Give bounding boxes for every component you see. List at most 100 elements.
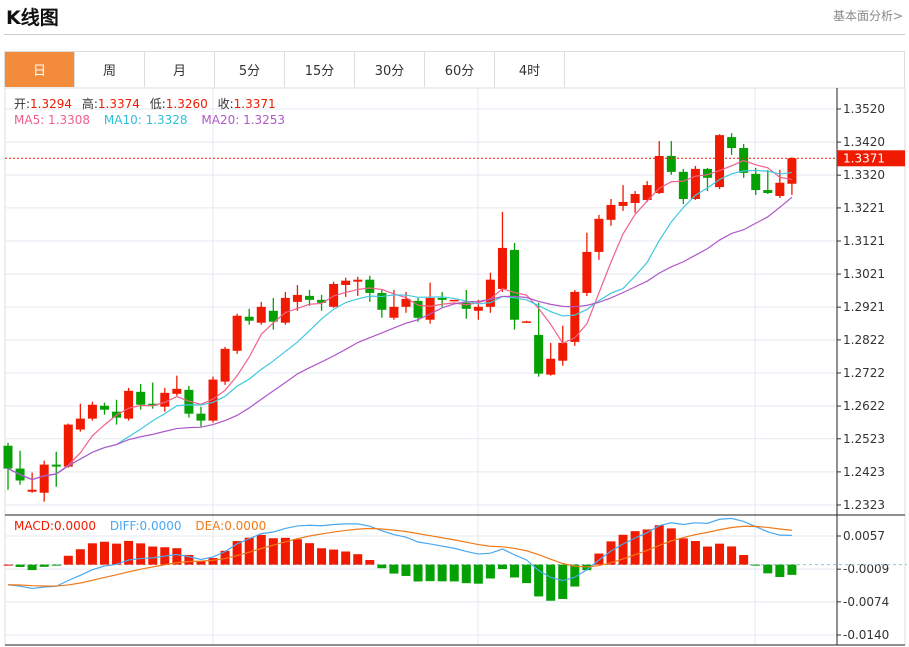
macd-histogram-bar (461, 564, 471, 584)
macd-histogram-bar (558, 564, 568, 599)
candle (787, 157, 797, 196)
candle-body (618, 201, 628, 206)
candle (630, 191, 640, 213)
macd-histogram-bar (763, 564, 773, 574)
candle-body (594, 218, 604, 252)
candle (51, 451, 61, 487)
macd-histogram-bar (148, 546, 158, 565)
candle (220, 346, 230, 385)
candle (124, 387, 134, 421)
price-tick-label: 1.3121 (843, 234, 885, 248)
candle (377, 289, 387, 318)
macd-histogram-bar (136, 543, 146, 565)
macd-histogram-bar (27, 564, 37, 571)
current-price-label: 1.3371 (843, 151, 885, 165)
macd-histogram-bar (678, 538, 688, 565)
candle (485, 272, 495, 313)
candle-body (522, 321, 532, 323)
candle-body (87, 404, 97, 419)
candle-body (437, 297, 447, 300)
macd-histogram-bar (196, 561, 206, 565)
ma10-legend: MA10: 1.3328 (103, 113, 188, 127)
candle (232, 313, 242, 354)
candle-body (136, 391, 146, 405)
candle-body (449, 299, 459, 302)
macd-histogram-bar (51, 564, 61, 566)
candle-body (124, 390, 134, 419)
macd-histogram-bar (702, 546, 712, 565)
candle (727, 133, 737, 155)
candle-body (763, 190, 773, 194)
candle-body (558, 342, 568, 361)
macd-histogram-bar (510, 564, 520, 578)
macd-tick-label: -0.0074 (843, 595, 889, 609)
macd-histogram-bar (389, 564, 399, 574)
macd-histogram-bar (3, 564, 13, 566)
candle-body (27, 489, 37, 492)
macd-histogram-bar (329, 549, 339, 565)
candle-body (99, 405, 109, 410)
price-tick-label: 1.2921 (843, 300, 885, 314)
candle (751, 167, 761, 196)
macd-legend: MACD:0.0000 DIFF:0.0000 DEA:0.0000 (14, 519, 272, 533)
candle-body (582, 251, 592, 293)
candle-body (727, 137, 737, 149)
price-tick-label: 1.3320 (843, 168, 885, 182)
price-tick-label: 1.2523 (843, 432, 885, 446)
macd-tick-label: -0.0140 (843, 628, 889, 642)
macd-histogram-bar (268, 538, 278, 565)
macd-histogram-bar (292, 539, 302, 565)
macd-histogram-bar (666, 528, 676, 565)
macd-histogram-bar (534, 564, 544, 597)
price-tick-label: 1.2323 (843, 498, 885, 512)
candle-body (365, 279, 375, 293)
macd-histogram-bar (787, 564, 797, 575)
candle (99, 402, 109, 415)
macd-histogram-bar (401, 564, 411, 576)
candle (15, 450, 25, 485)
macd-histogram-bar (353, 554, 363, 565)
candle (39, 460, 49, 502)
candle (642, 181, 652, 202)
candle-body (546, 358, 556, 375)
macd-histogram-bar (522, 564, 532, 584)
candle (715, 134, 725, 190)
candle-body (690, 168, 700, 199)
macd-histogram-bar (232, 541, 242, 565)
macd-histogram-bar (449, 564, 459, 582)
candle-body (497, 247, 507, 289)
candle-body (630, 194, 640, 203)
candle-body (172, 388, 182, 394)
macd-histogram-bar (305, 543, 314, 565)
macd-histogram-bar (546, 564, 556, 601)
macd-histogram-bar (425, 564, 435, 582)
candle-body (389, 306, 399, 318)
price-tick-label: 1.3520 (843, 102, 885, 116)
macd-histogram-bar (473, 564, 483, 584)
close-value: 1.3371 (233, 97, 276, 111)
candle-body (232, 315, 242, 351)
candle (606, 198, 616, 226)
candle-body (292, 294, 302, 302)
candle-body (51, 464, 61, 467)
candle-body (3, 445, 13, 469)
candle-body (39, 464, 49, 493)
macd-histogram-bar (775, 564, 785, 577)
price-tick-label: 1.3221 (843, 201, 885, 215)
macd-histogram-bar (208, 558, 218, 565)
macd-histogram-bar (497, 564, 507, 570)
candle (244, 308, 254, 325)
low-value: 1.3260 (165, 97, 208, 111)
candle (618, 185, 628, 211)
candle (160, 387, 170, 412)
macd-histogram-bar (690, 541, 700, 565)
candle (341, 277, 351, 297)
candle (425, 282, 435, 324)
candle (534, 302, 544, 377)
candle-body (63, 424, 73, 467)
candle (63, 423, 73, 468)
candle-body (751, 173, 761, 191)
candle (546, 342, 556, 376)
candle-body (534, 334, 544, 374)
candle (172, 375, 182, 396)
